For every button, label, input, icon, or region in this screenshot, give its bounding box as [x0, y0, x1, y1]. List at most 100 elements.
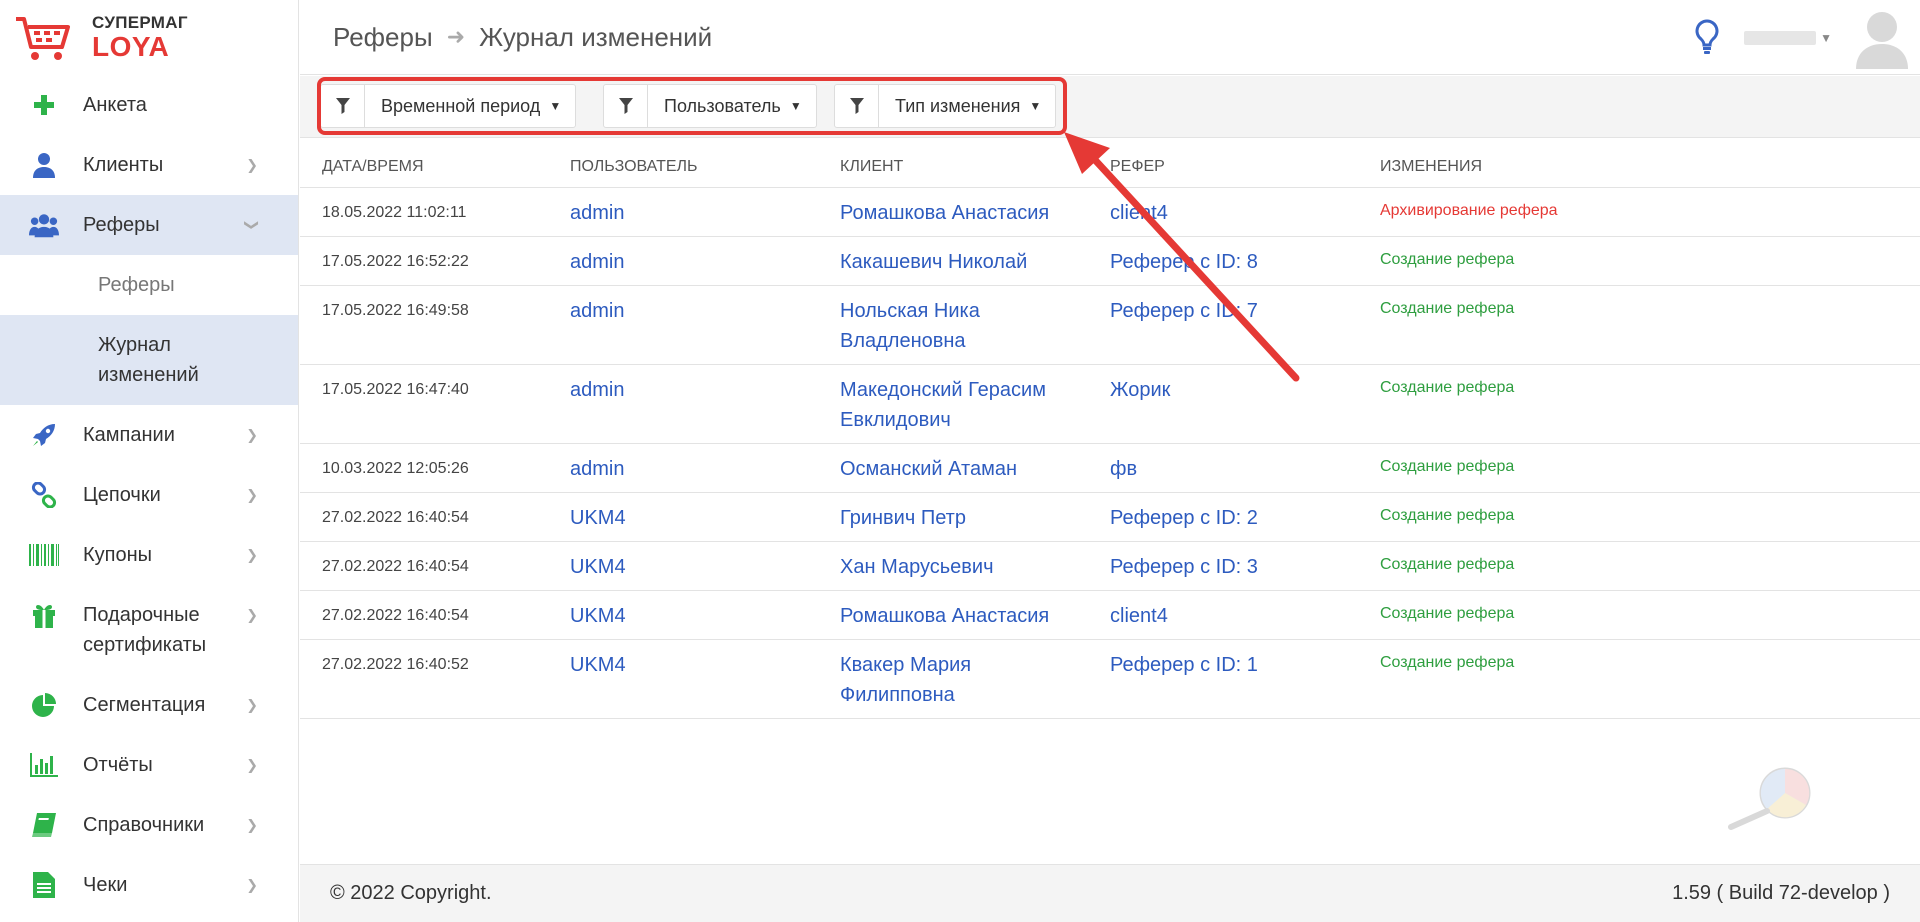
- sidebar-subitem-referrers[interactable]: Реферы: [0, 255, 298, 315]
- cell-date: 27.02.2022 16:40:54: [322, 509, 469, 526]
- cell-user-link[interactable]: admin: [570, 379, 624, 401]
- sidebar-item-clients[interactable]: Клиенты ❯: [0, 135, 298, 195]
- pie-chart-icon: [29, 690, 59, 720]
- cell-user-link[interactable]: admin: [570, 458, 624, 480]
- logo[interactable]: СУПЕРМАГ LOYA: [0, 0, 298, 75]
- sidebar: СУПЕРМАГ LOYA Анкета Клиенты ❯ Реферы ❯ …: [0, 0, 299, 922]
- change-log-table: Дата/время Пользователь Клиент Рефер Изм…: [300, 146, 1920, 719]
- table-row: 17.05.2022 16:49:58 admin Нольская Ника …: [300, 286, 1920, 365]
- cell-referrer-link[interactable]: фв: [1110, 458, 1137, 480]
- sidebar-item-anketa[interactable]: Анкета: [0, 75, 298, 135]
- sidebar-subitem-label: Журнал изменений: [98, 334, 199, 386]
- sidebar-item-receipts[interactable]: Чеки ❯: [0, 855, 298, 915]
- logo-title: СУПЕРМАГ: [92, 13, 188, 32]
- cell-date: 27.02.2022 16:40:52: [322, 656, 469, 673]
- cell-client-link[interactable]: Хан Марусьевич: [840, 556, 994, 578]
- cell-user-link[interactable]: UKM4: [570, 507, 626, 529]
- cell-client-link[interactable]: Какашевич Николай: [840, 251, 1027, 273]
- sidebar-item-label: Подарочные сертификаты: [83, 604, 207, 656]
- chevron-right-icon: ❯: [246, 486, 258, 503]
- cell-referrer-link[interactable]: Реферер с ID: 1: [1110, 654, 1258, 676]
- cell-user-link[interactable]: UKM4: [570, 605, 626, 627]
- sidebar-item-gift-certificates[interactable]: Подарочные сертификаты ❯: [0, 585, 298, 675]
- chevron-right-icon: ❯: [246, 696, 258, 713]
- cell-change: Создание рефера: [1380, 556, 1515, 573]
- cell-date: 27.02.2022 16:40:54: [322, 607, 469, 624]
- lightbulb-icon[interactable]: [1692, 18, 1722, 58]
- cell-referrer-link[interactable]: Реферер с ID: 7: [1110, 300, 1258, 322]
- cell-referrer-link[interactable]: Реферер с ID: 3: [1110, 556, 1258, 578]
- bar-chart-icon: [29, 750, 59, 780]
- cell-date: 17.05.2022 16:49:58: [322, 302, 469, 319]
- column-header-referrer: Рефер: [1110, 157, 1165, 175]
- user-icon: [29, 150, 59, 180]
- cell-client-link[interactable]: Ромашкова Анастасия: [840, 202, 1049, 224]
- annotation-highlight-box: [317, 77, 1067, 135]
- sidebar-item-coupons[interactable]: Купоны ❯: [0, 525, 298, 585]
- footer: © 2022 Copyright. 1.59 ( Build 72-develo…: [300, 864, 1920, 922]
- cell-date: 17.05.2022 16:47:40: [322, 381, 469, 398]
- logo-subtitle: LOYA: [92, 31, 170, 62]
- column-header-changes: Изменения: [1380, 157, 1482, 175]
- sidebar-item-label: Купоны: [83, 544, 153, 566]
- sidebar-subitem-change-log[interactable]: Журнал изменений: [0, 315, 298, 405]
- barcode-icon: [29, 540, 59, 570]
- cell-change: Создание рефера: [1380, 654, 1515, 671]
- cell-client-link[interactable]: Нольская Ника Владленовна: [840, 296, 1070, 356]
- users-icon: [29, 210, 59, 240]
- cell-referrer-link[interactable]: Реферер с ID: 8: [1110, 251, 1258, 273]
- chevron-right-icon: ❯: [246, 606, 258, 623]
- breadcrumb-root[interactable]: Реферы: [333, 22, 433, 53]
- page-title: Журнал изменений: [479, 21, 713, 52]
- cell-client-link[interactable]: Ромашкова Анастасия: [840, 605, 1049, 627]
- table-row: 27.02.2022 16:40:52 UKM4 Квакер Мария Фи…: [300, 640, 1920, 719]
- cell-referrer-link[interactable]: client4: [1110, 202, 1168, 224]
- book-icon: [29, 810, 59, 840]
- avatar[interactable]: [1854, 7, 1910, 69]
- breadcrumb: Реферы ➜ Журнал изменений: [333, 22, 712, 53]
- cell-client-link[interactable]: Квакер Мария Филипповна: [840, 650, 1040, 710]
- table-row: 17.05.2022 16:52:22 admin Какашевич Нико…: [300, 237, 1920, 286]
- cart-logo-icon: [16, 16, 70, 60]
- magnifier-chart-icon: [1728, 767, 1811, 830]
- chevron-down-icon: ❯: [244, 219, 261, 231]
- sidebar-item-label: Анкета: [83, 94, 147, 116]
- cell-date: 10.03.2022 12:05:26: [322, 460, 469, 477]
- cell-referrer-link[interactable]: Жорик: [1110, 379, 1170, 401]
- cell-user-link[interactable]: admin: [570, 300, 624, 322]
- sidebar-item-segmentation[interactable]: Сегментация ❯: [0, 675, 298, 735]
- cell-user-link[interactable]: admin: [570, 251, 624, 273]
- chevron-right-icon: ❯: [246, 156, 258, 173]
- cell-client-link[interactable]: Османский Атаман: [840, 458, 1017, 480]
- cell-change: Создание рефера: [1380, 605, 1515, 622]
- chevron-right-icon: ❯: [246, 816, 258, 833]
- user-name[interactable]: [1744, 30, 1817, 45]
- table-header: Дата/время Пользователь Клиент Рефер Изм…: [300, 146, 1920, 188]
- table-row: 27.02.2022 16:40:54 UKM4 Гринвич Петр Ре…: [300, 493, 1920, 542]
- chevron-right-icon: ❯: [246, 756, 258, 773]
- cell-client-link[interactable]: Македонский Герасим Евклидович: [840, 375, 1080, 435]
- cell-referrer-link[interactable]: Реферер с ID: 2: [1110, 507, 1258, 529]
- cell-user-link[interactable]: UKM4: [570, 654, 626, 676]
- cell-date: 17.05.2022 16:52:22: [322, 253, 469, 270]
- sidebar-item-reports[interactable]: Отчёты ❯: [0, 735, 298, 795]
- cell-change: Архивирование рефера: [1380, 202, 1558, 219]
- header: Реферы ➜ Журнал изменений ▼: [300, 0, 1920, 75]
- cell-user-link[interactable]: UKM4: [570, 556, 626, 578]
- footer-version: 1.59 ( Build 72-develop ): [1672, 882, 1890, 904]
- column-header-client: Клиент: [840, 157, 904, 175]
- sidebar-item-campaigns[interactable]: Кампании ❯: [0, 405, 298, 465]
- cell-client-link[interactable]: Гринвич Петр: [840, 507, 966, 529]
- table-row: 27.02.2022 16:40:54 UKM4 Ромашкова Анаст…: [300, 591, 1920, 640]
- sidebar-item-label: Кампании: [83, 424, 175, 446]
- plus-icon: [29, 90, 59, 120]
- sidebar-item-chains[interactable]: Цепочки ❯: [0, 465, 298, 525]
- cell-user-link[interactable]: admin: [570, 202, 624, 224]
- table-row: 17.05.2022 16:47:40 admin Македонский Ге…: [300, 365, 1920, 444]
- sidebar-item-directories[interactable]: Справочники ❯: [0, 795, 298, 855]
- column-header-date: Дата/время: [322, 157, 424, 175]
- cell-change: Создание рефера: [1380, 507, 1515, 524]
- caret-down-icon[interactable]: ▼: [1820, 31, 1832, 45]
- sidebar-item-referrers[interactable]: Реферы ❯: [0, 195, 298, 255]
- cell-referrer-link[interactable]: client4: [1110, 605, 1168, 627]
